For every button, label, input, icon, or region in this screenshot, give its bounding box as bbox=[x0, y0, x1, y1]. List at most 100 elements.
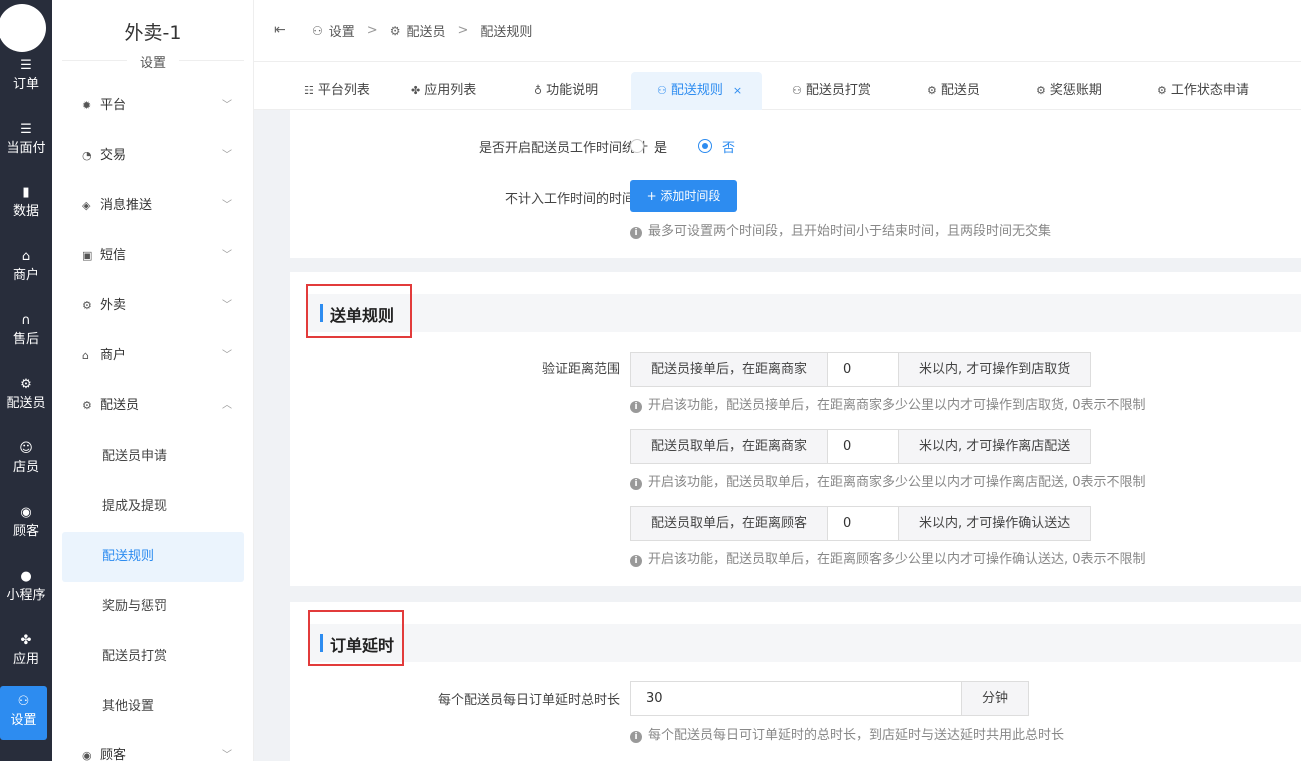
submenu-item-tips[interactable]: 配送员打赏 bbox=[62, 632, 244, 682]
rail-item-customer[interactable]: ◉ 顾客 bbox=[0, 503, 52, 559]
rail-item-miniprogram[interactable]: ● 小程序 bbox=[0, 567, 52, 623]
tip-text: 开启该功能，配送员接单后，在距离商家多少公里以内才可操作到店取货, 0表示不限制 bbox=[648, 398, 1146, 413]
range-tip: i 开启该功能，配送员接单后，在距离商家多少公里以内才可操作到店取货, 0表示不限… bbox=[630, 394, 1146, 413]
coin-icon: ◔ bbox=[82, 149, 92, 162]
info-icon: i bbox=[630, 227, 642, 239]
rail-label: 顾客 bbox=[12, 524, 39, 539]
tab-delivery-rules[interactable]: ⚇ 配送规则 × bbox=[631, 72, 763, 110]
tab-app-list[interactable]: ✤ 应用列表 bbox=[411, 72, 476, 110]
apps-icon: ✤ bbox=[411, 84, 421, 97]
delay-total-input[interactable]: 30 bbox=[630, 681, 962, 716]
scooter-icon: ⚙ bbox=[389, 23, 401, 38]
range-input-group: 配送员取单后，在距离商家 0 米以内, 才可操作离店配送 bbox=[630, 429, 1092, 464]
app-rail: ☰ 订单 ☰ 当面付 ▮ 数据 ⌂ 商户 ∩ 售后 ⚙ 配送员 ☺ 店员 ◉ 顾客 ● 小程序 ✤… bbox=[0, 0, 52, 761]
deliver-distance-input[interactable]: 0 bbox=[827, 506, 900, 541]
submenu-item-other[interactable]: 其他设置 bbox=[62, 682, 244, 732]
tab-label: 配送规则 bbox=[670, 83, 723, 98]
list-icon: ☰ bbox=[20, 58, 32, 73]
sidebar-item-label: 交易 bbox=[100, 148, 127, 163]
breadcrumb-item[interactable]: 配送员 bbox=[406, 21, 445, 40]
tab-label: 配送员 bbox=[940, 83, 980, 98]
rail-item-facepay[interactable]: ☰ 当面付 bbox=[0, 120, 52, 176]
sidebar-item-platform[interactable]: ✹ 平台 ﹀ bbox=[82, 96, 232, 116]
leave-store-distance-input[interactable]: 0 bbox=[827, 429, 900, 464]
info-icon: i bbox=[630, 478, 642, 490]
rail-label: 配送员 bbox=[6, 396, 46, 411]
breadcrumb-item[interactable]: 设置 bbox=[329, 21, 355, 40]
sidebar-item-trade[interactable]: ◔ 交易 ﹀ bbox=[82, 146, 232, 166]
main-content: 是否开启配送员工作时间统计 是 否 不计入工作时间的时间段 + 添加时间段 i最… bbox=[254, 110, 1301, 761]
avatar[interactable] bbox=[0, 4, 46, 52]
tab-feature-info[interactable]: ♁ 功能说明 bbox=[534, 72, 598, 110]
radio-yes-label[interactable]: 是 bbox=[654, 137, 667, 156]
scooter-icon: ⚙ bbox=[927, 84, 937, 97]
work-time-label: 是否开启配送员工作时间统计 bbox=[478, 141, 648, 156]
chevron-down-icon: ﹀ bbox=[222, 250, 232, 261]
sidebar-item-takeout[interactable]: ⚙ 外卖 ﹀ bbox=[82, 296, 232, 316]
rail-label: 数据 bbox=[12, 204, 39, 219]
sidebar-item-label: 顾客 bbox=[100, 748, 127, 761]
range-tip: i 开启该功能，配送员取单后，在距离商家多少公里以内才可操作离店配送, 0表示不限… bbox=[630, 471, 1146, 490]
rail-item-apps[interactable]: ✤ 应用 bbox=[0, 631, 52, 687]
chevron-down-icon: ﹀ bbox=[222, 750, 232, 761]
scooter-icon: ⚙ bbox=[1036, 84, 1046, 97]
rail-item-aftersale[interactable]: ∩ 售后 bbox=[0, 311, 52, 367]
dispatch-rules-card: 送单规则 验证距离范围 配送员接单后，在距离商家 0 米以内, 才可操作到店取货… bbox=[290, 272, 1301, 586]
rail-label: 设置 bbox=[10, 713, 37, 728]
radio-no-label[interactable]: 否 bbox=[722, 137, 735, 156]
rail-item-settings[interactable]: ⚇ 设置 bbox=[0, 686, 47, 740]
submenu-item-apply[interactable]: 配送员申请 bbox=[62, 432, 244, 482]
submenu-item-commission[interactable]: 提成及提现 bbox=[62, 482, 244, 532]
range-label: 验证距离范围 bbox=[541, 362, 620, 377]
sidebar-item-merchant[interactable]: ⌂ 商户 ﹀ bbox=[82, 346, 232, 366]
add-time-slot-button[interactable]: + 添加时间段 bbox=[630, 180, 737, 212]
input-suffix: 米以内, 才可操作确认送达 bbox=[899, 506, 1092, 541]
sidebar-item-customer[interactable]: ◉ 顾客 ﹀ bbox=[82, 746, 232, 761]
pickup-distance-input[interactable]: 0 bbox=[827, 352, 900, 387]
rail-label: 售后 bbox=[12, 332, 39, 347]
tab-work-status[interactable]: ⚙ 工作状态申请 bbox=[1157, 72, 1249, 110]
tab-courier-tips[interactable]: ⚇ 配送员打赏 bbox=[792, 72, 871, 110]
scooter-icon: ⚙ bbox=[82, 399, 92, 412]
settings-user-icon: ⚇ bbox=[657, 84, 667, 97]
tab-label: 奖惩账期 bbox=[1049, 83, 1102, 98]
chevron-down-icon: ﹀ bbox=[222, 150, 232, 161]
tip-text: 开启该功能，配送员取单后，在距离顾客多少公里以内才可操作确认送达, 0表示不限制 bbox=[648, 552, 1146, 567]
rail-item-staff[interactable]: ☺ 店员 bbox=[0, 439, 52, 495]
breadcrumb-separator: > bbox=[366, 23, 378, 38]
radio-yes[interactable] bbox=[630, 139, 644, 153]
work-time-tip: i 最多可设置两个时间段，且开始时间小于结束时间，且两段时间无交集 bbox=[630, 220, 1051, 239]
collapse-menu-icon[interactable]: ⇤ bbox=[274, 22, 286, 38]
settings-user-icon: ⚇ bbox=[17, 694, 30, 709]
chevron-down-icon: ﹀ bbox=[222, 200, 232, 211]
page-tabs: ☷ 平台列表 ✤ 应用列表 ♁ 功能说明 ⚇ 配送规则 × ⚇ 配送员打赏 ⚙ 配送员 ⚙ 奖惩… bbox=[254, 62, 1301, 110]
close-icon[interactable]: × bbox=[733, 84, 742, 97]
submenu-item-rules[interactable]: 配送规则 bbox=[62, 532, 244, 582]
user-circle-icon: ◉ bbox=[82, 749, 92, 761]
store-icon: ⌂ bbox=[21, 249, 31, 264]
sidebar-item-label: 外卖 bbox=[100, 298, 127, 313]
sidebar-item-courier[interactable]: ⚙ 配送员 ︿ bbox=[82, 396, 232, 416]
sidebar-item-push[interactable]: ◈ 消息推送 ﹀ bbox=[82, 196, 232, 216]
radio-no[interactable] bbox=[698, 139, 712, 153]
rail-item-courier[interactable]: ⚙ 配送员 bbox=[0, 375, 52, 431]
store-icon: ⌂ bbox=[82, 349, 89, 362]
order-delay-card: 订单延时 每个配送员每日订单延时总时长 30 分钟 i 每个配送员每日可订单延时的… bbox=[290, 602, 1301, 761]
rail-item-orders[interactable]: ☰ 订单 bbox=[0, 56, 52, 112]
tab-reward-period[interactable]: ⚙ 奖惩账期 bbox=[1036, 72, 1102, 110]
tab-platform-list[interactable]: ☷ 平台列表 bbox=[304, 72, 370, 110]
sidebar-item-label: 配送员 bbox=[100, 398, 140, 413]
tip-text: 开启该功能，配送员取单后，在距离商家多少公里以内才可操作离店配送, 0表示不限制 bbox=[648, 475, 1146, 490]
rail-label: 当面付 bbox=[6, 141, 46, 156]
sidebar-subtitle: 设置 bbox=[127, 52, 179, 71]
list-icon: ☷ bbox=[304, 84, 314, 97]
submenu-item-reward[interactable]: 奖励与惩罚 bbox=[62, 582, 244, 632]
range-tip: i 开启该功能，配送员取单后，在距离顾客多少公里以内才可操作确认送达, 0表示不限… bbox=[630, 548, 1146, 567]
rail-item-data[interactable]: ▮ 数据 bbox=[0, 183, 52, 239]
rail-item-merchant[interactable]: ⌂ 商户 bbox=[0, 247, 52, 303]
input-suffix: 米以内, 才可操作离店配送 bbox=[899, 429, 1092, 464]
sidebar-item-sms[interactable]: ▣ 短信 ﹀ bbox=[82, 246, 232, 266]
range-input-group: 配送员取单后，在距离顾客 0 米以内, 才可操作确认送达 bbox=[630, 506, 1092, 541]
tab-courier[interactable]: ⚙ 配送员 bbox=[927, 72, 980, 110]
chevron-down-icon: ﹀ bbox=[222, 300, 232, 311]
